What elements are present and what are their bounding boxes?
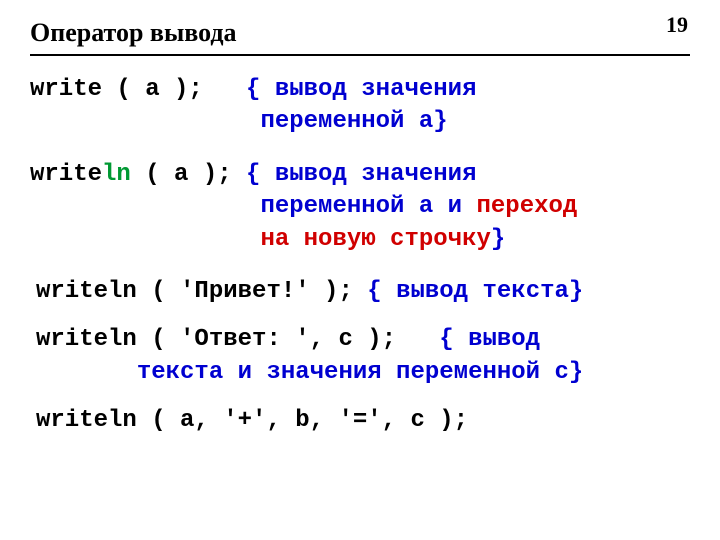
code-example-5: writeln ( a, '+', b, '=', c ); <box>30 405 690 437</box>
comment-close: } <box>491 226 505 253</box>
code-text: write ( a ); <box>30 76 246 103</box>
code-text: writeln ( a, '+', b, '=', c ); <box>36 407 468 434</box>
code-text: writeln ( 'Привет!' ); <box>36 278 367 305</box>
page-title: Оператор вывода <box>30 18 690 48</box>
code-ln-suffix: ln <box>102 161 131 188</box>
comment-text: { вывод текста} <box>367 278 583 305</box>
code-example-4: writeln ( 'Ответ: ', c ); { вывод текста… <box>30 324 690 389</box>
code-text: writeln ( 'Ответ: ', c ); <box>36 326 439 353</box>
page-number: 19 <box>666 12 688 38</box>
title-rule <box>30 54 690 56</box>
code-text: ( a ); <box>131 161 246 188</box>
code-text: write <box>30 161 102 188</box>
code-example-3: writeln ( 'Привет!' ); { вывод текста} <box>30 276 690 308</box>
code-example-1: write ( a ); { вывод значения переменной… <box>30 74 690 139</box>
code-example-2: writeln ( a ); { вывод значения переменн… <box>30 159 690 256</box>
